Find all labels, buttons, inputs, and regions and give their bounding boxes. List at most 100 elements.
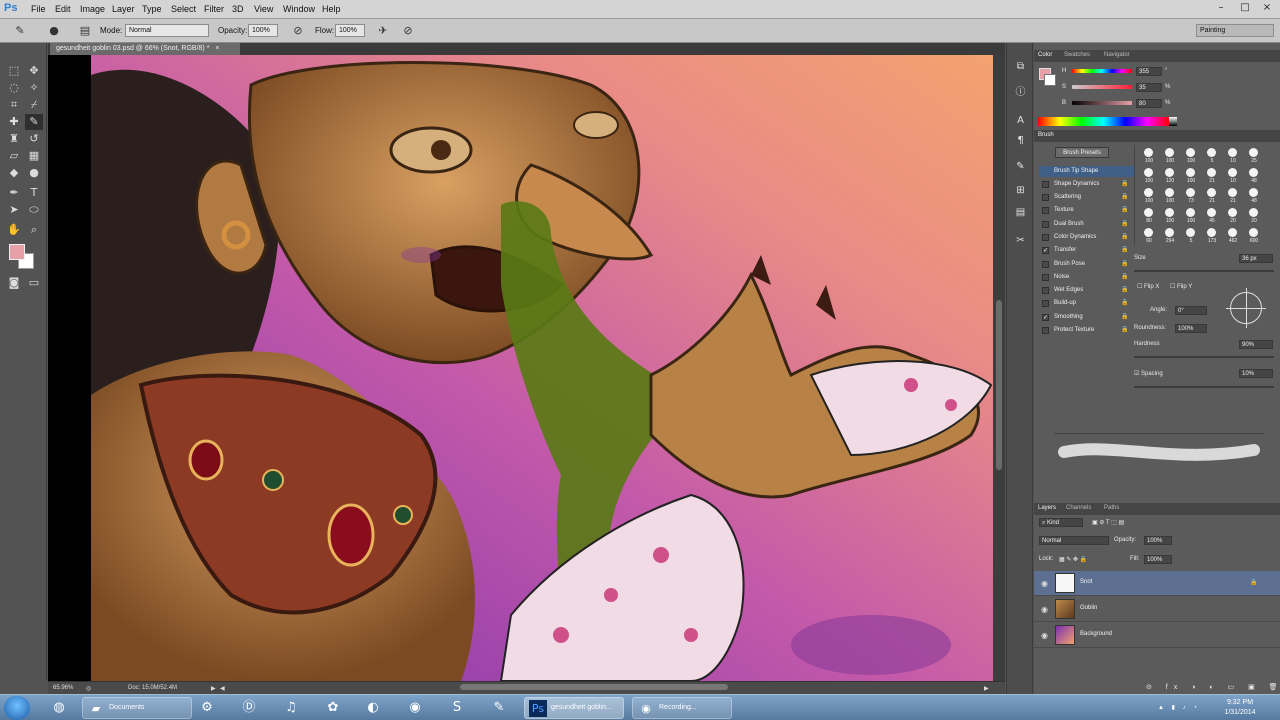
brush-preset-3-3[interactable]: 45	[1202, 207, 1222, 227]
brush-preset-0-1[interactable]: 100	[1160, 147, 1180, 167]
color-spectrum-bar[interactable]	[1038, 117, 1169, 126]
brush-preset-4-1[interactable]: 294	[1160, 227, 1180, 247]
brush-preset-1-1[interactable]: 120	[1160, 167, 1180, 187]
close-document-icon[interactable]: ×	[215, 45, 219, 52]
brush-preset-picker-icon[interactable]: ●	[46, 23, 62, 39]
maximize-button[interactable]: □	[1236, 1, 1254, 15]
tab-channels[interactable]: Channels	[1066, 505, 1091, 511]
brush-option-noise[interactable]: Noise 🔒	[1039, 272, 1134, 283]
airbrush-icon[interactable]: ✈	[375, 23, 391, 39]
quick-mask-icon[interactable]: ◙	[5, 275, 23, 291]
brush-preset-2-3[interactable]: 21	[1202, 187, 1222, 207]
brush-preset-1-2[interactable]: 100	[1181, 167, 1201, 187]
brush-option-brush-tip-shape[interactable]: Brush Tip Shape	[1039, 166, 1134, 177]
info-icon[interactable]: ⓘ	[1013, 85, 1028, 100]
brush-preset-3-1[interactable]: 100	[1160, 207, 1180, 227]
taskbar-photoshop[interactable]: Ps gesundheit goblin...	[524, 697, 624, 719]
brush-preset-1-5[interactable]: 48	[1244, 167, 1264, 187]
layer-filter-icons[interactable]: ▣ ⊘ T ⬚ ▤	[1092, 519, 1124, 526]
checkbox[interactable]	[1042, 234, 1049, 241]
layer-blend-mode-select[interactable]: Normal	[1039, 536, 1109, 545]
saturation-slider[interactable]	[1072, 85, 1132, 89]
saturation-value[interactable]: 35	[1136, 83, 1162, 92]
lock-icon[interactable]: 🔒	[1121, 299, 1128, 306]
brush-preset-3-5[interactable]: 20	[1244, 207, 1264, 227]
paragraph-icon[interactable]: ¶	[1013, 133, 1028, 148]
checkbox-checked[interactable]: ✓	[1042, 247, 1049, 254]
tab-layers[interactable]: Layers	[1038, 505, 1056, 511]
menu-image[interactable]: Image	[80, 4, 105, 14]
flip-x-checkbox[interactable]: ☐ Flip X	[1137, 283, 1159, 290]
eye-icon[interactable]: ◉	[1041, 605, 1048, 614]
horizontal-scroll-thumb[interactable]	[460, 684, 728, 690]
lock-icon[interactable]: 🔒	[1121, 233, 1128, 240]
scroll-right-icon[interactable]: ▶	[984, 685, 989, 692]
mode-select[interactable]: Normal	[125, 24, 209, 37]
flow-input[interactable]: 100%	[335, 24, 365, 37]
tab-swatches[interactable]: Swatches	[1064, 52, 1090, 58]
tab-navigator[interactable]: Navigator	[1104, 52, 1130, 58]
blur-tool-icon[interactable]: ◆	[5, 165, 23, 181]
spacing-value[interactable]: 10%	[1239, 369, 1273, 378]
brush-preset-2-2[interactable]: 73	[1181, 187, 1201, 207]
layer-row-goblin[interactable]: ◉ Goblin	[1034, 597, 1280, 622]
layer-row-snot[interactable]: ◉ Snot 🔒	[1034, 571, 1280, 596]
hue-slider[interactable]	[1072, 69, 1132, 73]
pressure-opacity-icon[interactable]: ⊘	[290, 23, 306, 39]
spacing-slider[interactable]	[1134, 386, 1274, 388]
checkbox[interactable]	[1042, 181, 1049, 188]
clone-source-icon[interactable]: ⊞	[1013, 183, 1028, 198]
opacity-input[interactable]: 100%	[248, 24, 278, 37]
lock-icon[interactable]: 🔒	[1121, 313, 1128, 320]
layer-row-background[interactable]: ◉ Background	[1034, 623, 1280, 648]
dodge-tool-icon[interactable]: ●	[25, 165, 43, 181]
brush-preset-0-3[interactable]: 5	[1202, 147, 1222, 167]
lock-icon[interactable]: 🔒	[1121, 193, 1128, 200]
layer-name[interactable]: Goblin	[1080, 605, 1097, 611]
spotify-icon[interactable]: ♫	[280, 698, 302, 718]
layer-name[interactable]: Snot	[1080, 579, 1092, 585]
brush-preset-0-5[interactable]: 25	[1244, 147, 1264, 167]
eye-icon[interactable]: ◉	[1041, 579, 1048, 588]
zoom-level[interactable]: 65.96%	[53, 685, 73, 691]
hand-tool-icon[interactable]: ✋	[5, 222, 23, 238]
lock-icon[interactable]: 🔒	[1121, 220, 1128, 227]
brush-tool-icon[interactable]: ✎	[25, 114, 43, 130]
lasso-tool-icon[interactable]: ◌	[5, 80, 23, 96]
ellipse-tool-icon[interactable]: ⬭	[25, 202, 43, 218]
system-clock[interactable]: 9:32 PM 1/31/2014	[1218, 698, 1262, 718]
properties-icon[interactable]: ▤	[1013, 205, 1028, 220]
zoom-tool-icon[interactable]: ⌕	[25, 222, 43, 238]
tab-brush[interactable]: Brush	[1038, 132, 1054, 138]
move-tool-icon[interactable]: ✥	[25, 63, 43, 79]
brush-preset-3-4[interactable]: 20	[1223, 207, 1243, 227]
eye-icon[interactable]: ◉	[1041, 631, 1048, 640]
menu-layer[interactable]: Layer	[112, 4, 135, 14]
app-icon[interactable]: ◐	[362, 698, 384, 718]
history-brush-tool-icon[interactable]: ↺	[25, 131, 43, 147]
angle-value[interactable]: 0°	[1175, 306, 1207, 315]
status-menu-arrow-icon[interactable]: ▶	[211, 685, 216, 692]
scroll-left-icon[interactable]: ◀	[220, 685, 225, 692]
tab-color[interactable]: Color	[1038, 52, 1052, 58]
brush-option-build-up[interactable]: Build-up 🔒	[1039, 298, 1134, 309]
menu-window[interactable]: Window	[283, 4, 315, 14]
hue-value[interactable]: 355	[1136, 67, 1162, 76]
checkbox[interactable]	[1042, 287, 1049, 294]
workspace-switcher[interactable]: Painting	[1196, 24, 1274, 37]
tab-paths[interactable]: Paths	[1104, 505, 1119, 511]
brush-preset-2-1[interactable]: 100	[1160, 187, 1180, 207]
brush-presets-button[interactable]: Brush Presets	[1055, 147, 1109, 158]
history-icon[interactable]: ⧉	[1013, 59, 1028, 74]
lock-icon[interactable]: 🔒	[1121, 206, 1128, 213]
minimize-button[interactable]: –	[1212, 1, 1230, 15]
brush-panel-icon[interactable]: ✎	[1013, 159, 1028, 174]
brush-preset-1-0[interactable]: 100	[1139, 167, 1159, 187]
brush-option-wet-edges[interactable]: Wet Edges 🔒	[1039, 285, 1134, 296]
brush-preset-1-3[interactable]: 21	[1202, 167, 1222, 187]
path-selection-tool-icon[interactable]: ➤	[5, 202, 23, 218]
roundness-value[interactable]: 100%	[1175, 324, 1207, 333]
brush-preset-2-4[interactable]: 21	[1223, 187, 1243, 207]
checkbox[interactable]	[1042, 300, 1049, 307]
flip-y-checkbox[interactable]: ☐ Flip Y	[1170, 283, 1192, 290]
